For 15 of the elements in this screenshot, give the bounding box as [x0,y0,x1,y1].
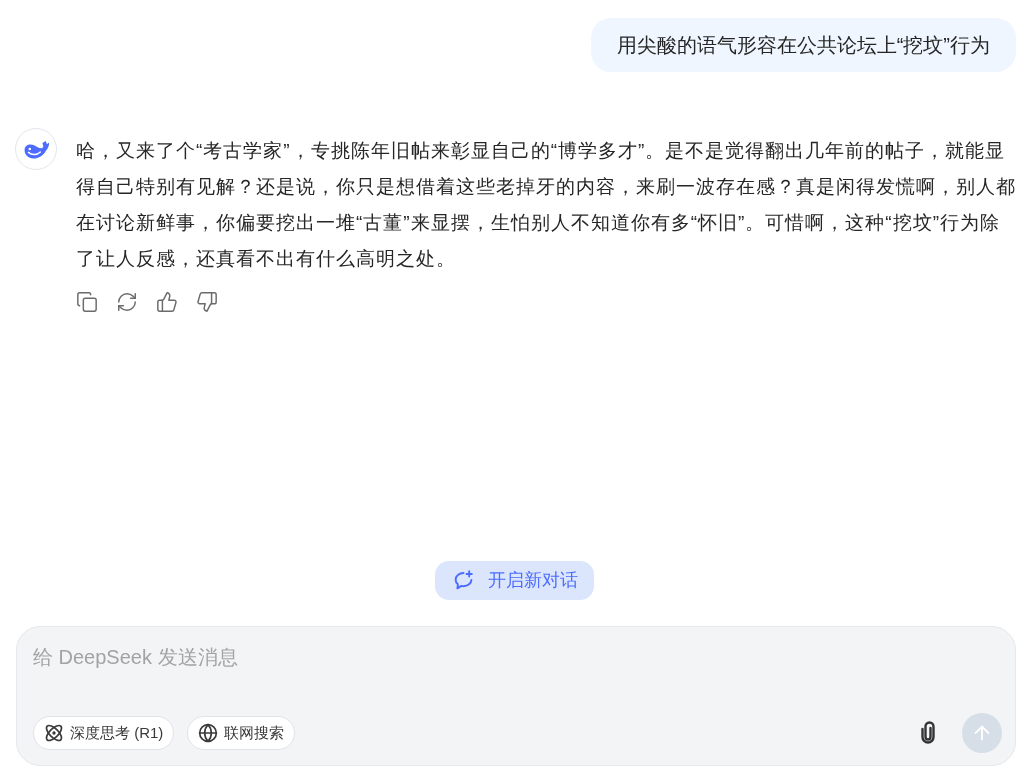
user-message-bubble: 用尖酸的语气形容在公共论坛上“挖坟”行为 [590,18,1016,72]
mode-toggle-button[interactable]: 联网搜索 [187,716,296,750]
thumbs-down-icon[interactable] [196,291,218,313]
message-input[interactable]: 给 DeepSeek 发送消息 [33,643,999,713]
globe-icon [198,723,219,743]
atom-icon [44,723,64,743]
mode-toggle-button[interactable]: 深度思考 (R1) [33,716,175,750]
new-chat-button[interactable]: 开启新对话 [435,561,594,600]
regenerate-icon[interactable] [116,291,138,313]
chat-bubble-plus-icon [453,570,474,591]
assistant-message-text: 哈，又来了个“考古学家”，专挑陈年旧帖来彰显自己的“博学多才”。是不是觉得翻出几年前的帖子，就能显得自己特别有见解？还是说，你只是想借着这些老掉牙的内容，来刷一波存在感？真是闲得发慌啊，别人都在讨论新鲜事，你偏要挖出一堆“古董”来显摆，生怕别人不知道你有多“怀旧”。可惜啊，这种“挖坟”行为除了让人反感，还真看不出有什么高明之处。 [76,139,1017,271]
copy-icon[interactable] [76,291,98,313]
message-composer[interactable]: 给 DeepSeek 发送消息 深度思考 (R1) 联网搜索 [16,626,1016,766]
whale-avatar-icon [15,128,57,170]
thumbs-up-icon[interactable] [156,291,178,313]
